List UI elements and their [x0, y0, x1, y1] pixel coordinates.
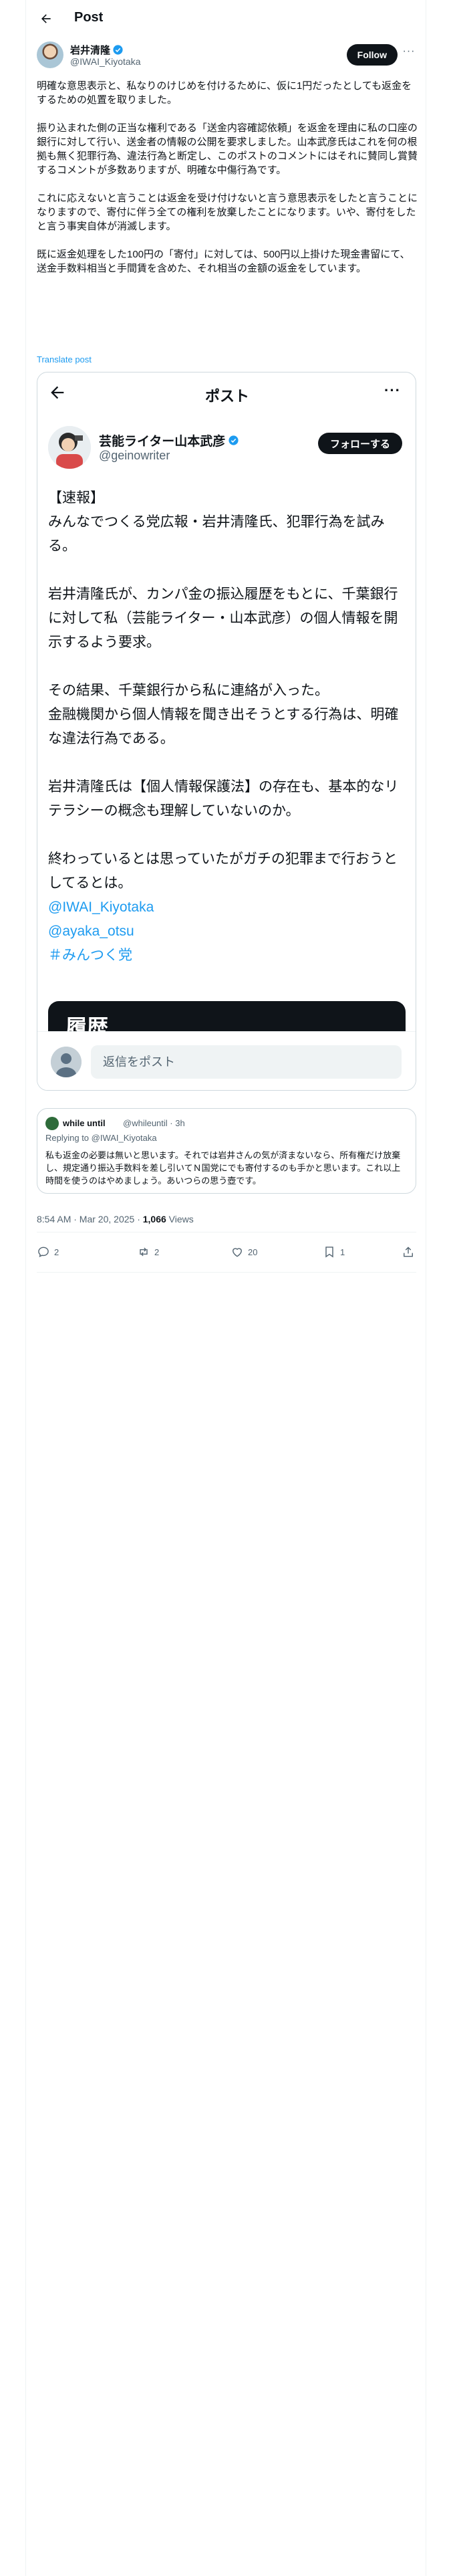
reply-text: 私も返金の必要は無いと思います。それでは岩井さんの気が済まないなら、所有権だけ放…	[45, 1150, 401, 1186]
embed-author-handle: @geinowriter	[99, 449, 170, 462]
embed-author: 芸能ライター山本武彦 @geinowriter フォローする	[48, 426, 409, 469]
page-title: Post	[74, 10, 104, 25]
bookmark-button[interactable]: 1	[323, 1243, 345, 1261]
reply-time: 3h	[175, 1118, 185, 1128]
reply-author-name[interactable]: while until	[63, 1118, 106, 1128]
tweet-paragraph: 既に返金処理をした100円の「寄付」に対しては、500円以上掛けた現金書留にて、…	[37, 249, 410, 274]
bookmark-count: 1	[340, 1247, 345, 1257]
embed-body: 【速報】 みんなでつくる党広報・岩井清隆氏、犯罪行為を試みる。 岩井清隆氏が、カ…	[48, 486, 409, 968]
verified-badge-icon	[113, 45, 123, 55]
divider	[37, 1272, 416, 1273]
reply-card[interactable]: while until @whileuntil · 3h Replying to…	[37, 1108, 416, 1194]
embed-closing: 終わっているとは思っていたがガチの犯罪まで行おうとしてるとは。	[48, 851, 398, 891]
tweet-paragraph: これに応えないと言うことは返金を受け付けないと言う意思表示をしたと言うことになり…	[37, 193, 418, 232]
post-timestamp: 8:54 AM · Mar 20, 2025 · 1,066 Views	[37, 1214, 194, 1224]
embed-paragraph: 岩井清隆氏は【個人情報保護法】の存在も、基本的なリテラシーの概念も理解していない…	[48, 779, 399, 819]
bookmark-icon	[325, 1247, 333, 1258]
tweet-text: 明確な意思表示と、私なりのけじめを付けるために、仮に1円だったとしても返金をする…	[37, 79, 418, 290]
default-avatar-icon	[51, 1047, 82, 1077]
page-header: Post	[26, 0, 427, 37]
embed-paragraph: 岩井清隆氏が、カンパ金の振込履歴をもとに、千葉銀行に対して私（芸能ライター・山本…	[48, 586, 398, 650]
tweet-paragraph: 明確な意思表示と、私なりのけじめを付けるために、仮に1円だったとしても返金をする…	[37, 80, 412, 106]
like-count: 20	[248, 1247, 258, 1257]
embedded-screenshot: ポスト ··· 芸能ライター山本武彦 @geinowriter フォローする 【…	[37, 372, 416, 1091]
repost-count: 2	[154, 1247, 160, 1257]
views-label: Views	[166, 1214, 194, 1224]
mention-link: @ayaka_otsu	[48, 924, 134, 939]
avatar[interactable]	[37, 41, 63, 68]
author-name-row[interactable]: 岩井清隆	[70, 43, 124, 57]
reply-icon	[38, 1247, 49, 1257]
embed-follow-button: フォローする	[317, 433, 402, 454]
translate-link[interactable]: Translate post	[37, 354, 92, 364]
author-name[interactable]: 岩井清隆	[70, 43, 110, 57]
like-icon	[233, 1248, 242, 1257]
like-button[interactable]: 20	[231, 1243, 257, 1261]
reply-author-handle: @whileuntil	[123, 1118, 168, 1128]
embed-author-name-row: 芸能ライター山本武彦	[99, 431, 239, 449]
avatar	[48, 426, 91, 469]
post-author: 岩井清隆 @IWAI_Kiyotaka Follow ···	[37, 41, 416, 71]
action-bar: 2 2 20 1	[37, 1243, 416, 1261]
mention-link: @IWAI_Kiyotaka	[48, 899, 154, 915]
more-icon: ···	[384, 382, 401, 399]
embed-author-name: 芸能ライター山本武彦	[99, 435, 226, 449]
repost-icon	[140, 1247, 148, 1257]
follow-button[interactable]: Follow	[346, 44, 398, 66]
embed-reply-input: 返信をポスト	[91, 1045, 402, 1079]
share-button[interactable]	[402, 1243, 415, 1261]
more-icon[interactable]: ···	[402, 46, 416, 62]
embed-title: ポスト	[204, 388, 249, 405]
embed-paragraph: 【速報】 みんなでつくる党広報・岩井清隆氏、犯罪行為を試みる。	[48, 490, 385, 554]
views-count: 1,066	[142, 1214, 166, 1224]
embed-reply-bar: 返信をポスト	[37, 1031, 416, 1090]
reply-button[interactable]: 2	[37, 1243, 59, 1261]
author-handle[interactable]: @IWAI_Kiyotaka	[70, 56, 141, 67]
timestamp-text[interactable]: 8:54 AM · Mar 20, 2025 ·	[37, 1214, 143, 1224]
tweet-paragraph: 振り込まれた側の正当な権利である「送金内容確認依頼」を返金を理由に私の口座の銀行…	[37, 122, 418, 176]
verified-badge-icon	[229, 435, 239, 445]
back-arrow-icon	[41, 14, 51, 23]
avatar-illustration-icon	[48, 426, 91, 469]
embed-paragraph: その結果、千葉銀行から私に連絡が入った。 金融機関から個人情報を聞き出そうとする…	[48, 683, 399, 746]
share-icon	[404, 1247, 413, 1257]
reply-count: 2	[54, 1247, 59, 1257]
repost-button[interactable]: 2	[137, 1243, 159, 1261]
reply-meta: @whileuntil · 3h	[123, 1118, 185, 1128]
hashtag-link: ＃みんつく党	[48, 948, 132, 963]
avatar[interactable]	[45, 1117, 59, 1130]
avatar	[51, 1047, 82, 1077]
main-column: Post 岩井清隆 @IWAI_Kiyotaka Follow ··· 明確な意…	[25, 0, 426, 2576]
embed-header: ポスト ···	[37, 372, 416, 413]
replying-to: Replying to @IWAI_Kiyotaka	[45, 1133, 157, 1143]
back-button[interactable]	[37, 9, 55, 28]
